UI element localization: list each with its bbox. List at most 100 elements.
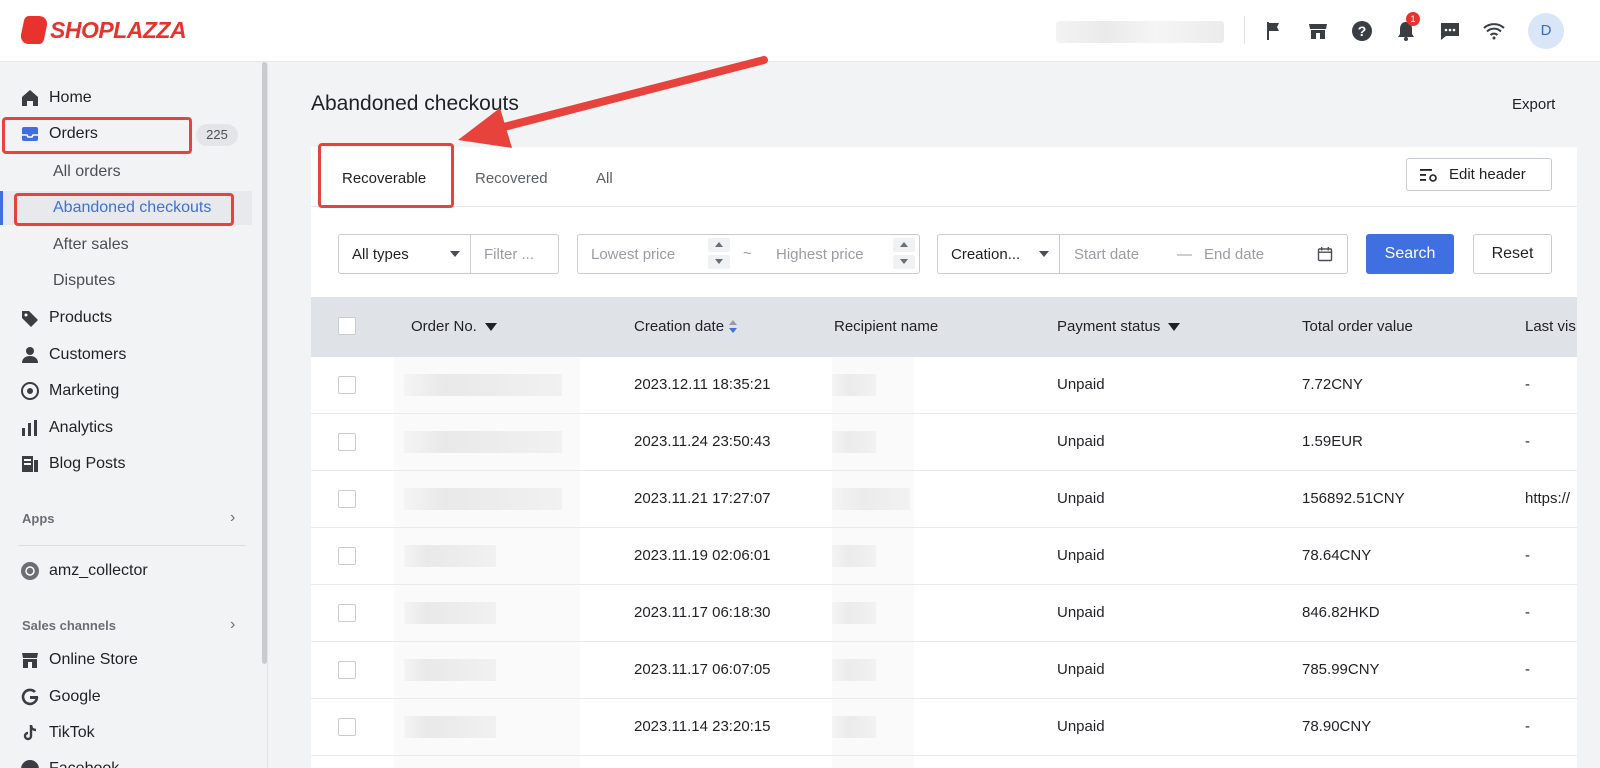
order-number-blurred[interactable] xyxy=(404,488,562,510)
calendar-icon xyxy=(1317,247,1333,262)
start-date-placeholder: Start date xyxy=(1074,245,1140,263)
home-icon xyxy=(20,88,40,108)
sidebar-item-label: Blog Posts xyxy=(49,455,126,472)
type-select[interactable]: All types xyxy=(338,234,471,274)
search-button[interactable]: Search xyxy=(1366,234,1454,274)
edit-header-label: Edit header xyxy=(1449,166,1526,183)
recipient-name-blurred xyxy=(832,602,876,624)
sidebar-item-disputes[interactable]: Disputes xyxy=(53,272,115,290)
date-range-picker[interactable]: Start date — End date xyxy=(1059,234,1348,274)
logo-text: SHOPLAZZA xyxy=(50,16,187,43)
sidebar-item-online-store[interactable]: Online Store xyxy=(0,643,260,677)
reset-button[interactable]: Reset xyxy=(1473,234,1552,274)
chevron-right-icon[interactable]: › xyxy=(230,616,235,634)
lowest-price-decrement[interactable] xyxy=(708,255,730,269)
sidebar-item-marketing[interactable]: Marketing xyxy=(0,374,260,408)
recipient-name-blurred xyxy=(832,374,876,396)
total-order-value-cell: 7.72CNY xyxy=(1302,376,1363,393)
sidebar-item-google[interactable]: Google xyxy=(0,680,260,714)
payment-status-cell: Unpaid xyxy=(1057,376,1105,393)
column-header-order-no[interactable]: Order No. xyxy=(411,318,497,335)
sidebar-item-customers[interactable]: Customers xyxy=(0,338,260,372)
column-header-label: Payment status xyxy=(1057,318,1161,335)
help-icon[interactable]: ? xyxy=(1350,19,1374,43)
total-order-value-cell: 78.64CNY xyxy=(1302,547,1372,564)
highest-price-increment[interactable] xyxy=(893,238,915,252)
total-order-value-cell: 1.59EUR xyxy=(1302,433,1363,450)
row-checkbox[interactable] xyxy=(338,661,356,679)
notification-badge: 1 xyxy=(1406,12,1420,26)
payment-status-cell: Unpaid xyxy=(1057,661,1105,678)
order-number-blurred[interactable] xyxy=(404,659,496,681)
store-name-blurred[interactable] xyxy=(1056,21,1224,43)
last-visit-cell: https:// xyxy=(1525,490,1571,507)
wifi-icon[interactable] xyxy=(1482,19,1506,43)
row-checkbox[interactable] xyxy=(338,718,356,736)
chevron-right-icon[interactable]: › xyxy=(230,509,235,527)
chat-icon[interactable] xyxy=(1438,19,1462,43)
sidebar-scrollbar[interactable] xyxy=(262,62,267,664)
column-header-last-visit: Last vis xyxy=(1525,318,1576,335)
order-number-blurred[interactable] xyxy=(404,545,496,567)
shoplazza-logo[interactable]: SHOPLAZZA xyxy=(19,16,187,44)
table-row[interactable] xyxy=(311,699,1577,756)
creation-date-cell: 2023.11.24 23:50:43 xyxy=(634,433,771,450)
bar-chart-icon xyxy=(20,418,40,438)
last-visit-cell: - xyxy=(1525,661,1530,678)
row-checkbox[interactable] xyxy=(338,433,356,451)
payment-status-cell: Unpaid xyxy=(1057,490,1105,507)
total-order-value-cell: 78.90CNY xyxy=(1302,718,1372,735)
order-number-blurred[interactable] xyxy=(404,431,562,453)
last-visit-cell: - xyxy=(1525,604,1530,621)
total-order-value-cell: 156892.51CNY xyxy=(1302,490,1405,507)
table-row[interactable] xyxy=(311,528,1577,585)
flag-icon[interactable] xyxy=(1262,19,1286,43)
export-button[interactable]: Export xyxy=(1512,96,1555,113)
sidebar-item-tiktok[interactable]: TikTok xyxy=(0,716,260,750)
last-visit-cell: - xyxy=(1525,547,1530,564)
row-checkbox[interactable] xyxy=(338,604,356,622)
tab-recovered[interactable]: Recovered xyxy=(475,170,548,187)
payment-status-cell: Unpaid xyxy=(1057,547,1105,564)
store-icon[interactable] xyxy=(1306,19,1330,43)
sidebar-item-facebook[interactable]: Facebook xyxy=(0,752,260,768)
annotation-box-orders xyxy=(2,117,192,154)
sidebar-item-amz-collector[interactable]: amz_collector xyxy=(0,554,260,588)
row-checkbox[interactable] xyxy=(338,376,356,394)
sidebar-item-label: Analytics xyxy=(49,419,114,436)
row-checkbox[interactable] xyxy=(338,490,356,508)
sidebar-divider xyxy=(18,545,246,546)
facebook-icon xyxy=(20,759,40,768)
columns-settings-icon xyxy=(1420,168,1437,182)
order-number-blurred[interactable] xyxy=(404,716,496,738)
payment-status-cell: Unpaid xyxy=(1057,604,1105,621)
filter-input[interactable]: Filter ... xyxy=(470,234,559,274)
sidebar-item-products[interactable]: Products xyxy=(0,301,260,335)
column-header-creation-date[interactable]: Creation date xyxy=(634,318,738,335)
lowest-price-input[interactable]: Lowest price xyxy=(577,234,763,274)
sidebar-item-analytics[interactable]: Analytics xyxy=(0,411,260,445)
date-type-value: Creation... xyxy=(951,245,1021,263)
column-header-payment-status[interactable]: Payment status xyxy=(1057,318,1181,335)
highest-price-decrement[interactable] xyxy=(893,255,915,269)
top-bar: SHOPLAZZA ? 1 D xyxy=(0,0,1600,62)
row-checkbox[interactable] xyxy=(338,547,356,565)
end-date-placeholder: End date xyxy=(1204,245,1265,263)
table-row[interactable] xyxy=(311,642,1577,699)
tab-all[interactable]: All xyxy=(596,170,613,187)
order-number-blurred[interactable] xyxy=(404,602,496,624)
sidebar-item-label: Google xyxy=(49,688,101,705)
sidebar-item-all-orders[interactable]: All orders xyxy=(53,163,121,181)
sidebar-item-after-sales[interactable]: After sales xyxy=(53,236,129,254)
total-order-value-cell: 846.82HKD xyxy=(1302,604,1380,621)
sidebar-item-blog-posts[interactable]: Blog Posts xyxy=(0,447,260,481)
date-type-select[interactable]: Creation... xyxy=(937,234,1060,274)
lowest-price-increment[interactable] xyxy=(708,238,730,252)
table-row[interactable] xyxy=(311,585,1577,642)
avatar[interactable]: D xyxy=(1528,13,1564,49)
sidebar-item-home[interactable]: Home xyxy=(0,81,260,115)
order-number-blurred[interactable] xyxy=(404,374,562,396)
column-header-label: Creation date xyxy=(634,318,725,335)
edit-header-button[interactable]: Edit header xyxy=(1406,158,1552,191)
select-all-checkbox[interactable] xyxy=(338,317,356,335)
